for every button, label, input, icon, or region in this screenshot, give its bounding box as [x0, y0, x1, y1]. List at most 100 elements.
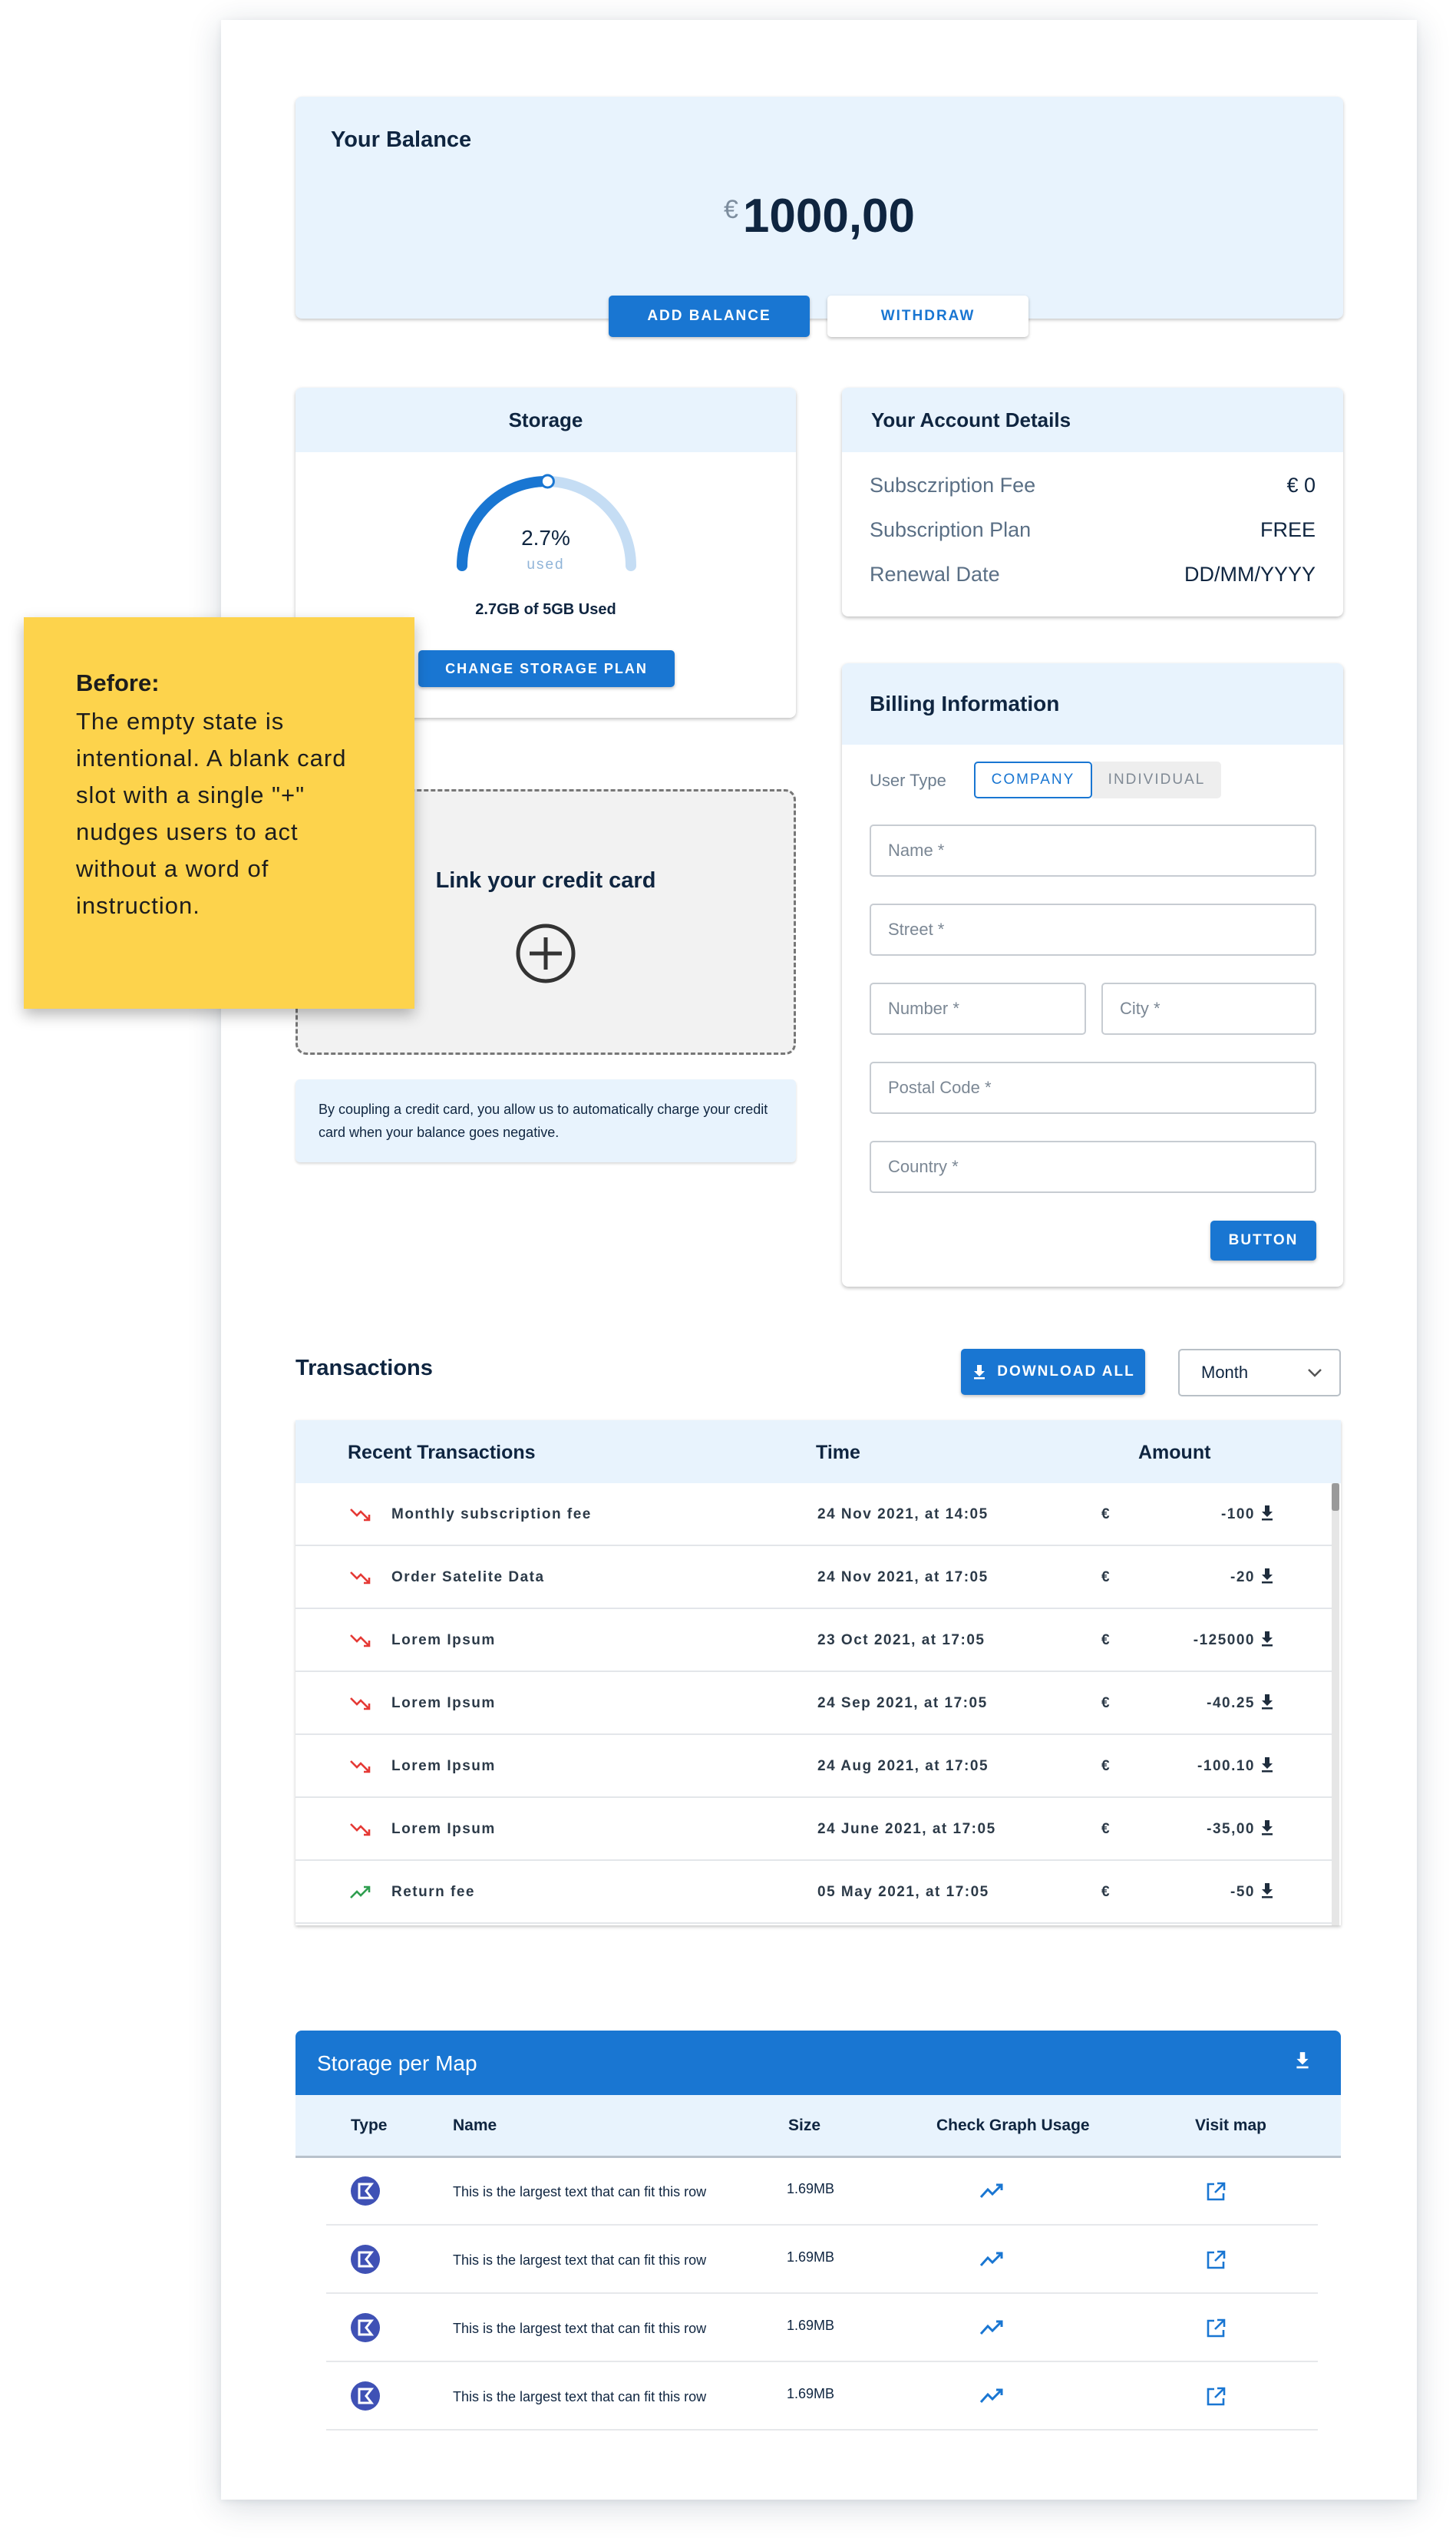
- individual-toggle[interactable]: INDIVIDUAL: [1092, 762, 1221, 798]
- note-body: The empty state is intentional. A blank …: [76, 708, 347, 919]
- city-input[interactable]: [1103, 984, 1315, 1033]
- billing-information-card: Billing Information User Type INDIVIDUAL…: [842, 663, 1343, 1287]
- transactions-header: Recent Transactions Time Amount: [295, 1420, 1341, 1483]
- download-all-label: DOWNLOAD ALL: [997, 1363, 1135, 1380]
- withdraw-button[interactable]: WITHDRAW: [827, 296, 1028, 337]
- company-toggle[interactable]: COMPANY: [974, 762, 1092, 798]
- graph-usage-icon[interactable]: [979, 2388, 1004, 2404]
- name-field[interactable]: [870, 825, 1316, 877]
- postal-code-field[interactable]: [870, 1062, 1316, 1114]
- transactions-scrollbar[interactable]: [1332, 1483, 1339, 1925]
- billing-submit-button[interactable]: BUTTON: [1210, 1221, 1316, 1261]
- graph-usage-icon[interactable]: [979, 2251, 1004, 2268]
- table-row[interactable]: This is the largest text that can fit th…: [326, 2226, 1318, 2294]
- billing-title: Billing Information: [842, 663, 1343, 745]
- transaction-name: Lorem Ipsum: [391, 1758, 496, 1774]
- storage-per-map-title: Storage per Map: [317, 2051, 477, 2075]
- open-in-new-icon[interactable]: [1205, 2249, 1227, 2271]
- map-type-icon: [351, 2176, 380, 2206]
- annotation-note: Before: The empty state is intentional. …: [24, 617, 414, 1009]
- add-balance-button[interactable]: ADD BALANCE: [609, 296, 810, 337]
- download-icon[interactable]: [1293, 2051, 1312, 2070]
- open-in-new-icon[interactable]: [1205, 2181, 1227, 2203]
- name-input[interactable]: [871, 826, 1315, 875]
- account-row-fee: Subsczription Fee € 0: [870, 474, 1316, 497]
- transactions-title: Transactions: [295, 1356, 433, 1380]
- transaction-amount: -35,00: [1207, 1821, 1255, 1837]
- col-size: Size: [788, 2117, 821, 2134]
- storage-per-map-table: Storage per Map Type Name Size Check Gra…: [295, 2031, 1341, 2437]
- transaction-amount: -100.10: [1197, 1758, 1255, 1774]
- table-row[interactable]: This is the largest text that can fit th…: [326, 2363, 1318, 2431]
- street-input[interactable]: [871, 905, 1315, 954]
- table-row[interactable]: Lorem Ipsum 24 Aug 2021, at 17:05 € -100.10: [295, 1735, 1332, 1798]
- account-row-plan: Subscription Plan FREE: [870, 518, 1316, 542]
- trending-down-icon: [350, 1697, 371, 1710]
- map-size: 1.69MB: [787, 2318, 835, 2333]
- col-recent-transactions: Recent Transactions: [348, 1442, 536, 1463]
- map-size: 1.69MB: [787, 2386, 835, 2401]
- transaction-time: 05 May 2021, at 17:05: [817, 1884, 989, 1900]
- download-icon[interactable]: [1259, 1629, 1276, 1649]
- transaction-amount: -125000: [1193, 1632, 1255, 1648]
- trending-up-icon: [350, 1885, 371, 1899]
- col-visit-map: Visit map: [1195, 2117, 1266, 2134]
- account-row-label: Renewal Date: [870, 563, 1000, 586]
- col-type: Type: [351, 2117, 388, 2134]
- table-row[interactable]: Lorem Ipsum 24 Sep 2021, at 17:05 € -40.25: [295, 1672, 1332, 1735]
- transactions-table: Recent Transactions Time Amount Monthly …: [295, 1420, 1341, 1925]
- note-title: Before:: [76, 669, 160, 696]
- country-input[interactable]: [871, 1142, 1315, 1191]
- transaction-currency: €: [1101, 1569, 1111, 1585]
- open-in-new-icon[interactable]: [1205, 2386, 1227, 2407]
- graph-usage-icon[interactable]: [979, 2319, 1004, 2336]
- map-type-icon: [351, 2381, 380, 2411]
- transaction-currency: €: [1101, 1695, 1111, 1711]
- transaction-currency: €: [1101, 1506, 1111, 1522]
- add-circle-icon[interactable]: [514, 922, 577, 985]
- table-row[interactable]: This is the largest text that can fit th…: [326, 2295, 1318, 2362]
- table-row[interactable]: This is the largest text that can fit th…: [326, 2158, 1318, 2226]
- transaction-time: 24 Nov 2021, at 14:05: [817, 1506, 989, 1522]
- download-icon[interactable]: [1259, 1692, 1276, 1712]
- table-row[interactable]: Monthly subscription fee 24 Nov 2021, at …: [295, 1483, 1332, 1546]
- download-icon[interactable]: [1259, 1818, 1276, 1838]
- account-row-renewal: Renewal Date DD/MM/YYYY: [870, 563, 1316, 587]
- transaction-time: 24 June 2021, at 17:05: [817, 1821, 996, 1837]
- change-storage-plan-button[interactable]: CHANGE STORAGE PLAN: [418, 650, 675, 687]
- city-field[interactable]: [1101, 983, 1316, 1035]
- transaction-name: Lorem Ipsum: [391, 1632, 496, 1648]
- trending-down-icon: [350, 1823, 371, 1836]
- download-icon[interactable]: [1259, 1881, 1276, 1901]
- transaction-name: Lorem Ipsum: [391, 1821, 496, 1837]
- map-size: 1.69MB: [787, 2249, 835, 2265]
- number-field[interactable]: [870, 983, 1086, 1035]
- scrollbar-thumb[interactable]: [1332, 1483, 1339, 1511]
- graph-usage-icon[interactable]: [979, 2183, 1004, 2199]
- map-type-icon: [351, 2313, 380, 2342]
- user-type-label: User Type: [870, 771, 946, 790]
- balance-amount: €1000,00: [295, 189, 1343, 243]
- download-icon[interactable]: [1259, 1503, 1276, 1523]
- table-row[interactable]: Order Satelite Data 24 Nov 2021, at 17:05…: [295, 1546, 1332, 1609]
- table-row[interactable]: Lorem Ipsum 23 Oct 2021, at 17:05 € -125000: [295, 1609, 1332, 1672]
- country-field[interactable]: [870, 1141, 1316, 1193]
- number-input[interactable]: [871, 984, 1085, 1033]
- transaction-currency: €: [1101, 1758, 1111, 1774]
- transaction-time: 23 Oct 2021, at 17:05: [817, 1632, 986, 1648]
- account-row-label: Subsczription Fee: [870, 474, 1036, 497]
- download-icon[interactable]: [1259, 1755, 1276, 1775]
- account-details-card: Your Account Details Subsczription Fee € …: [842, 388, 1343, 616]
- table-row[interactable]: Return fee 05 May 2021, at 17:05 € -50: [295, 1861, 1332, 1924]
- account-row-value: DD/MM/YYYY: [1184, 563, 1316, 586]
- download-all-button[interactable]: DOWNLOAD ALL: [961, 1349, 1145, 1395]
- transaction-time: 24 Aug 2021, at 17:05: [817, 1758, 989, 1774]
- period-select[interactable]: Month: [1178, 1349, 1341, 1396]
- table-row[interactable]: Lorem Ipsum 24 June 2021, at 17:05 € -35,00: [295, 1798, 1332, 1861]
- postal-code-input[interactable]: [871, 1063, 1315, 1112]
- download-icon[interactable]: [1259, 1566, 1276, 1586]
- map-name: This is the largest text that can fit th…: [453, 2321, 707, 2336]
- street-field[interactable]: [870, 904, 1316, 956]
- account-details-title: Your Account Details: [842, 388, 1343, 452]
- open-in-new-icon[interactable]: [1205, 2318, 1227, 2339]
